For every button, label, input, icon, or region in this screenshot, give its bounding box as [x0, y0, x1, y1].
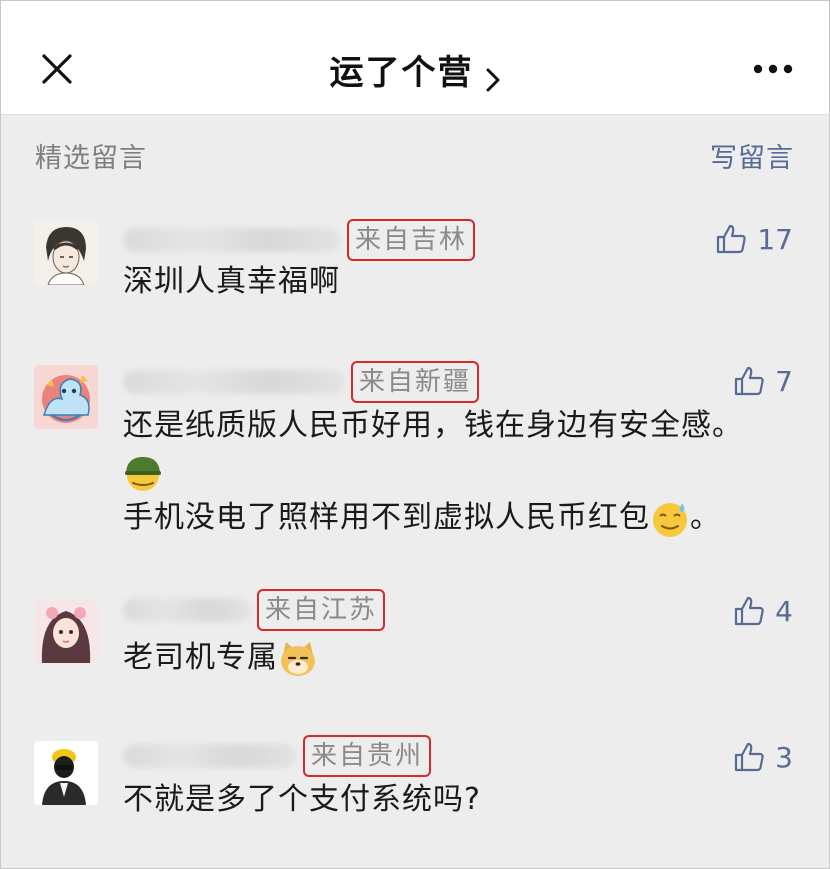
- blurred-username: [123, 598, 251, 622]
- comment-line-wrap: 手机没电了照样用不到虚拟人民币红包 。: [123, 495, 789, 541]
- doge-emoji-icon: [281, 641, 315, 676]
- avatar[interactable]: [34, 741, 98, 805]
- location-tag: 来自吉林: [347, 219, 476, 261]
- comment-header: 来自贵州: [123, 735, 432, 777]
- comment-line: 。: [690, 500, 721, 535]
- sweat-smile-emoji-icon: [653, 502, 687, 537]
- comments-page: 运了个营 精选留言 写留言 来自吉林 17 深圳人真幸福啊 来自新疆 7 还是纸…: [0, 0, 830, 869]
- avatar[interactable]: [34, 221, 98, 285]
- comment-line: 手机没电了照样用不到虚拟人民币红包: [123, 500, 650, 535]
- like-count: 7: [775, 364, 793, 398]
- page-title: 运了个营: [329, 53, 474, 93]
- comment-line: 还是纸质版人民币好用，钱在身边有安全感。: [123, 408, 743, 443]
- location-tag: 来自江苏: [257, 589, 386, 631]
- more-icon[interactable]: [753, 63, 793, 75]
- like-count: 3: [775, 740, 793, 774]
- avatar[interactable]: [34, 365, 98, 429]
- like-count: 17: [757, 222, 793, 256]
- comment-header: 来自江苏: [123, 589, 386, 631]
- comment-line: 老司机专属: [123, 640, 278, 675]
- blurred-username: [123, 744, 297, 768]
- comment-text: 老司机专属: [123, 635, 789, 681]
- helmet-emoji-icon: [125, 456, 161, 491]
- location-tag: 来自贵州: [303, 735, 432, 777]
- write-comment-button[interactable]: 写留言: [710, 136, 794, 175]
- like-button[interactable]: 17: [715, 219, 793, 259]
- blurred-username: [123, 370, 345, 394]
- thumbs-up-icon: [717, 224, 747, 254]
- avatar[interactable]: [34, 599, 98, 663]
- comment-header: 来自新疆: [123, 361, 480, 403]
- like-button[interactable]: 4: [733, 591, 793, 631]
- comment-text: 还是纸质版人民币好用，钱在身边有安全感。 手机没电了照样用不到虚拟人民币红包 。: [123, 403, 789, 541]
- comment-text: 不就是多了个支付系统吗?: [123, 777, 789, 823]
- comment-header: 来自吉林: [123, 219, 476, 261]
- blurred-username: [123, 228, 341, 252]
- thumbs-up-icon: [735, 596, 764, 626]
- like-button[interactable]: 7: [733, 361, 793, 401]
- like-button[interactable]: 3: [733, 737, 793, 777]
- chevron-right-icon: [486, 68, 500, 91]
- comment-text: 深圳人真幸福啊: [123, 259, 789, 305]
- thumbs-up-icon: [735, 742, 764, 772]
- comment-line: 不就是多了个支付系统吗?: [123, 782, 481, 817]
- account-title-link[interactable]: 运了个营: [1, 45, 829, 94]
- thumbs-up-icon: [735, 366, 764, 396]
- comment-emoji-line: [123, 449, 789, 495]
- like-count: 4: [775, 594, 793, 628]
- comment-line: 深圳人真幸福啊: [123, 264, 340, 299]
- location-tag: 来自新疆: [351, 361, 480, 403]
- featured-comments-label: 精选留言: [35, 143, 147, 174]
- top-bar: 运了个营: [1, 1, 829, 115]
